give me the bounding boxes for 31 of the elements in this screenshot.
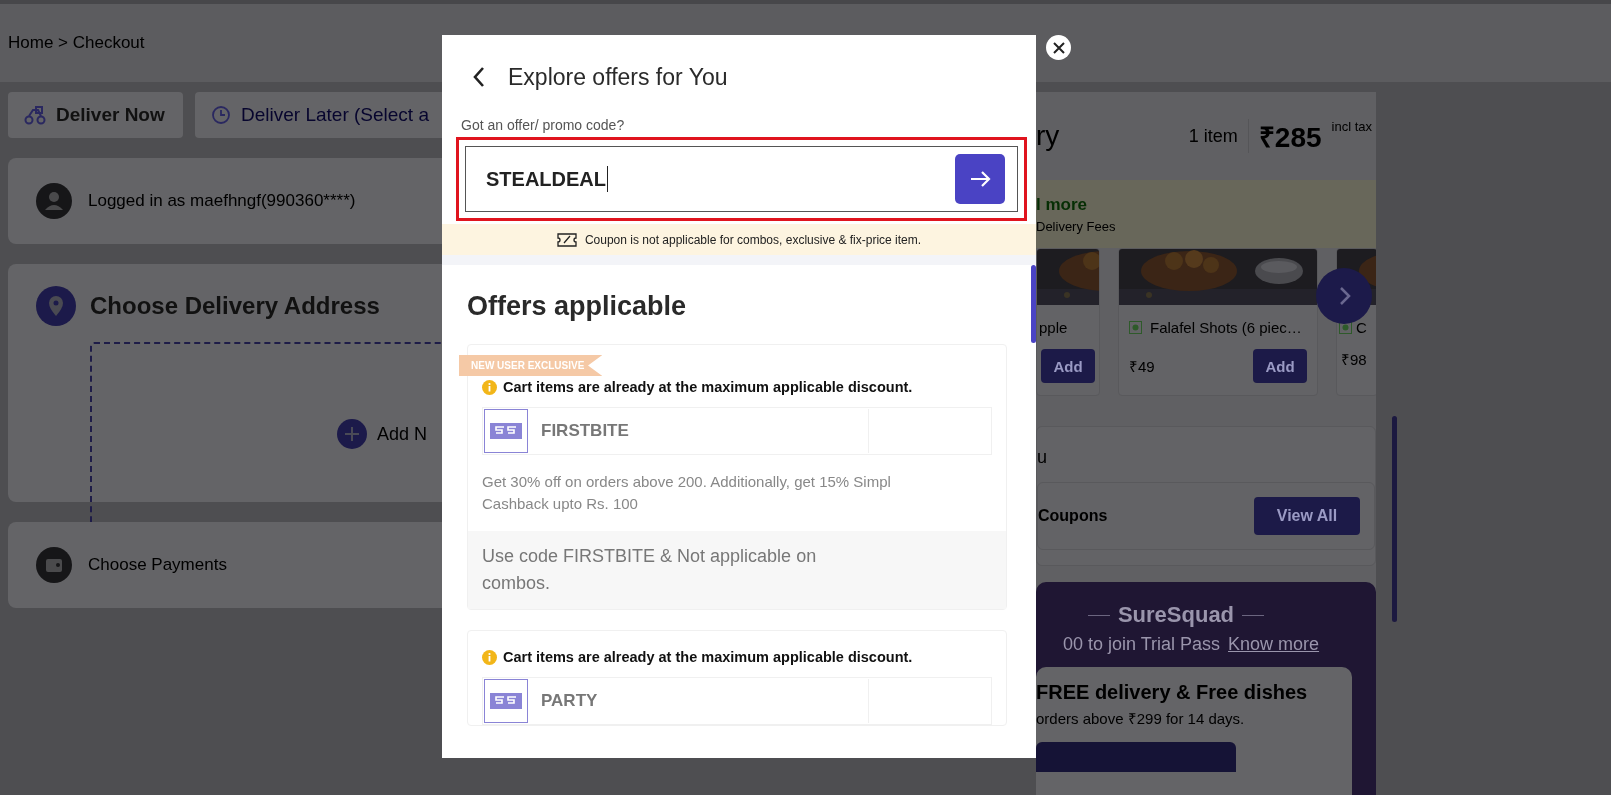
warning-text: Cart items are already at the maximum applicable discount. [503,649,913,665]
offer-description: Get 30% off on orders above 200. Additionally, get 15% Simpl Cashback upto Rs. 100 [482,472,892,514]
add-address-label: Add N [377,423,428,445]
payments-title: Choose Payments [88,555,227,575]
notice-text: Coupon is not applicable for combos, exclusive & fix-price item. [584,232,922,247]
coupon-code: FIRSTBITE [541,421,629,441]
offer-terms: Use code FIRSTBITE & Not applicable on combos. [482,545,818,595]
login-text: Logged in as maefhngf(990360****) [88,191,356,211]
benefit-headline: FREE delivery & Free dishes [1036,681,1309,704]
tax-note: incl tax [1331,119,1372,134]
item-count: 1 item [1188,125,1238,147]
coupons-heading: u [1037,447,1047,467]
offer-ribbon: NEW USER EXCLUSIVE [459,355,603,376]
benefit-text: orders above ₹299 for 14 days. [1036,709,1246,728]
membership-title: SureSquad [1117,602,1235,628]
dialog-title: Explore offers for You [508,63,728,91]
promo-headline: l more [1036,194,1089,215]
section-title: Offers applicable [467,291,688,322]
item-name: pple [1039,318,1068,336]
item-price: ₹49 [1129,357,1155,376]
item-name: C [1356,318,1367,336]
promo-subline: Delivery Fees [1036,218,1117,234]
section-title: Choose Delivery Address [90,292,380,320]
coupon-code: PARTY [541,691,598,711]
item-name: Falafel Shots (6 piec… [1150,318,1302,336]
warning-text: Cart items are already at the maximum applicable discount. [503,379,913,395]
membership-text: 00 to join Trial Pass [1062,634,1220,655]
cart-total: ₹285 [1258,121,1322,155]
cart-title: ry [1036,120,1060,152]
coupons-label: Coupons [1038,507,1108,525]
item-price: ₹98 [1341,350,1367,369]
